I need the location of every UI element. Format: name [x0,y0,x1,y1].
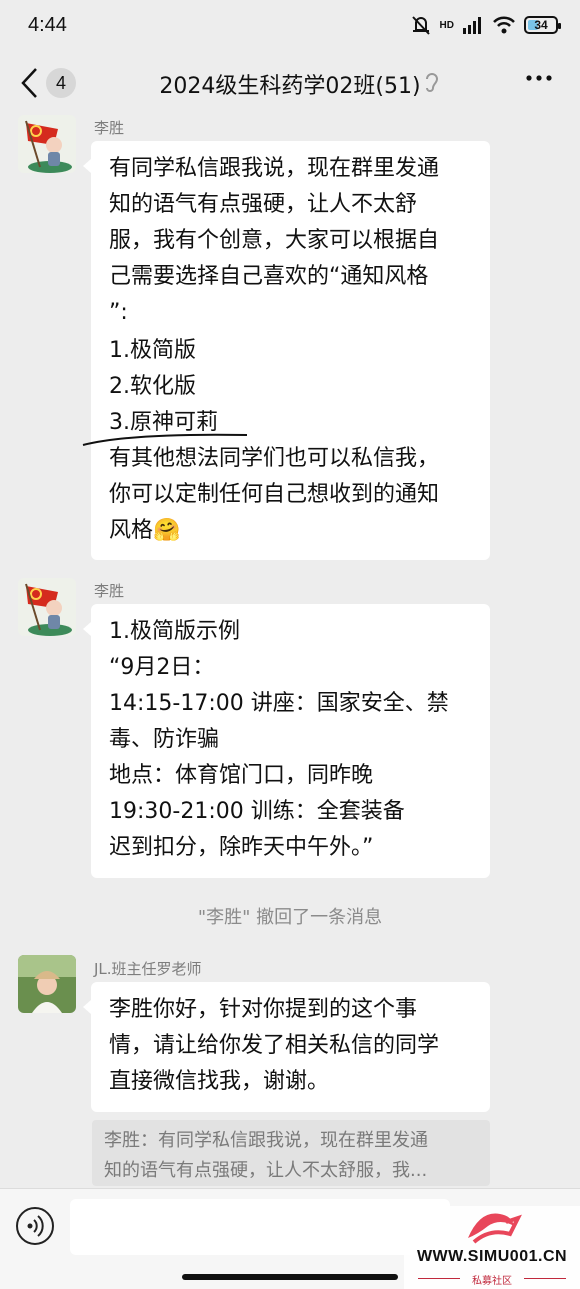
message-text-line: 直接微信找我，谢谢。 [109,1069,330,1094]
teacher-photo-avatar-image [18,955,76,1013]
watermark-subtitle: 私募社区 [472,1276,512,1287]
message-input[interactable] [70,1199,450,1255]
message-text-line: 有其他想法同学们也可以私信我， [109,446,440,471]
message-text-line: 己需要选择自己喜欢的“通知风格 [109,264,429,289]
sender-avatar[interactable] [18,955,76,1013]
network-type-label: HD [439,19,454,31]
voice-input-button[interactable] [16,1207,54,1245]
watermark-url: WWW.SIMU001.CN [416,1248,568,1265]
message-text-line: 迟到扣分，除昨天中午外。” [109,835,374,860]
voice-icon [27,1215,44,1237]
message-text-line: 地点：体育馆门口，同昨晚 [109,763,374,788]
quoted-text-line: 李胜：有同学私信跟我说，现在群里发通 [104,1130,428,1151]
message-text-line: 1.极简版示例 [109,619,240,644]
message-text-line: 知的语气有点强硬，让人不太舒 [109,192,418,217]
message-text-line: ”: [109,300,128,325]
chat-header: 4 2024级生科药学02班(51) [0,52,580,114]
status-icons: HD 34 [410,14,561,36]
message-text-line: 毒、防诈骗 [109,727,220,752]
sender-avatar[interactable] [18,578,76,636]
message-text-line: 1.极简版 [109,338,196,363]
sender-name: 李胜 [94,119,125,137]
sender-name: 李胜 [94,582,125,600]
sender-avatar[interactable] [18,115,76,173]
message-bubble[interactable]: 有同学私信跟我说，现在群里发通 知的语气有点强硬，让人不太舒 服，我有个创意，大… [82,141,490,560]
hug-emoji-icon: 🤗 [153,518,181,543]
mute-icon [411,16,430,35]
message-bubble[interactable]: 李胜你好，针对你提到的这个事 情，请让给你发了相关私信的同学 直接微信找我，谢谢… [83,982,490,1112]
message-text-line: 你可以定制任何自己想收到的通知 [109,482,440,507]
more-options-icon[interactable] [526,74,552,82]
flag-cartoon-avatar-image [18,578,76,636]
message-text-line: 有同学私信跟我说，现在群里发通 [109,156,440,181]
battery-icon: 34 [524,16,561,34]
message-text-line: 14:15-17:00 讲座：国家安全、禁 [109,691,449,716]
watermark: WWW.SIMU001.CN 私募社区 [404,1206,580,1289]
signal-icon [463,17,481,34]
watermark-logo-icon [468,1213,522,1244]
message-bubble[interactable]: 1.极简版示例 “9月2日： 14:15-17:00 讲座：国家安全、禁 毒、防… [83,604,490,878]
message-text-line: 情，请让给你发了相关私信的同学 [109,1033,440,1058]
ear-icon [426,73,439,92]
status-bar: 4:44 HD 34 [0,0,580,52]
chat-title: 2024级生科药学02班(51) [159,74,421,99]
message-text-line: 李胜你好，针对你提到的这个事 [109,997,418,1022]
quoted-message[interactable]: 李胜：有同学私信跟我说，现在群里发通 知的语气有点强硬，让人不太舒服，我... [92,1120,490,1186]
recall-notice: "李胜" 撤回了一条消息 [197,907,383,928]
message-text-line: 2.软化版 [109,374,196,399]
message-text-line: “9月2日： [109,655,215,680]
sender-name: JL.班主任罗老师 [94,960,202,978]
home-indicator[interactable] [182,1274,398,1280]
message-text-line: 风格🤗 [109,518,181,543]
message-text-line: 19:30-21:00 训练：全套装备 [109,799,405,824]
quoted-text-line: 知的语气有点强硬，让人不太舒服，我... [104,1160,428,1181]
wifi-icon [493,16,515,34]
message-text-line: 服，我有个创意，大家可以根据自 [109,228,440,253]
battery-level-text: 34 [534,18,548,32]
status-time: 4:44 [28,14,67,36]
flag-cartoon-avatar-image [18,115,76,173]
watermark-rule [524,1278,566,1279]
